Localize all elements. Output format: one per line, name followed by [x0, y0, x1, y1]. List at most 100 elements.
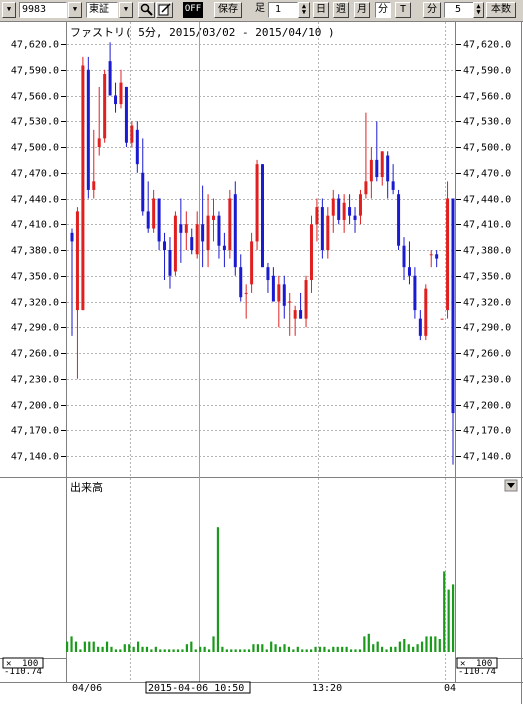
volume-bar	[429, 636, 433, 652]
bar-count-spinner[interactable]: ▲ ▼	[298, 2, 310, 18]
volume-dropdown-button[interactable]	[504, 479, 518, 492]
y-tick-label-left: 47,260.0	[11, 349, 59, 360]
candle	[212, 198, 216, 242]
candle-body	[315, 207, 319, 225]
candle-body	[179, 224, 183, 233]
volume-bar	[438, 639, 441, 652]
candle	[282, 275, 286, 319]
volume-bar	[83, 641, 86, 652]
candle-body	[163, 241, 167, 250]
candle-body	[353, 215, 357, 220]
y-tick-label-left: 47,620.0	[11, 40, 59, 51]
period-minute-button[interactable]: 分	[375, 2, 391, 18]
candle	[353, 207, 357, 233]
candle-body	[435, 254, 439, 259]
candle	[375, 121, 379, 182]
candle	[217, 211, 221, 259]
volume-bar	[221, 646, 224, 652]
volume-bar	[274, 644, 277, 652]
candle-body	[255, 164, 259, 242]
candle-body	[446, 198, 450, 311]
menu-dropdown-button[interactable]: ▼	[2, 2, 16, 18]
volume-bar	[194, 649, 197, 652]
minute-spinner[interactable]: ▲ ▼	[473, 2, 484, 18]
count-button[interactable]: 本数	[486, 2, 516, 18]
edit-button[interactable]	[156, 2, 173, 18]
candle-body	[348, 207, 352, 216]
candle-body	[168, 250, 172, 276]
candle-body	[337, 198, 341, 220]
market-dropdown-icon[interactable]: ▼	[119, 2, 133, 18]
candle-body	[413, 275, 417, 311]
edit-icon	[158, 3, 171, 16]
candle	[239, 254, 243, 302]
period-day-button[interactable]: 日	[313, 2, 329, 18]
candle	[418, 310, 422, 341]
candle-body	[81, 65, 85, 311]
candle	[157, 198, 161, 250]
y-tick-label-right: 47,320.0	[463, 298, 511, 309]
candle-body	[222, 245, 226, 250]
candle	[114, 82, 118, 113]
volume-bar	[336, 646, 339, 652]
period-tick-button[interactable]: T	[395, 2, 411, 18]
bar-count-input[interactable]: 1	[268, 2, 298, 18]
volume-bar	[150, 649, 153, 652]
candle	[261, 164, 264, 268]
candle-body	[369, 159, 373, 182]
candle	[141, 138, 145, 216]
volume-bar	[132, 646, 135, 652]
candle-body	[141, 172, 145, 212]
period-week-button[interactable]: 週	[333, 2, 349, 18]
candle-body	[124, 86, 128, 143]
period-month-button[interactable]: 月	[354, 2, 370, 18]
candle-body	[103, 74, 107, 139]
x-tick-cursor: 2015-04-06 10:50	[148, 683, 244, 694]
volume-bar	[412, 646, 415, 652]
candle-body	[342, 202, 346, 220]
volume-bar	[190, 641, 193, 652]
volume-bar	[168, 649, 171, 652]
candle-body	[299, 310, 303, 319]
price-chart[interactable]: 47,620.0 47,590.0 47,560.0 47,530.0 47,500.0…	[0, 22, 523, 704]
candle	[435, 250, 439, 268]
volume-bar	[234, 649, 237, 652]
volume-bar	[296, 646, 299, 652]
volume-bar	[216, 527, 220, 652]
minute-input[interactable]: 5	[444, 2, 474, 18]
market-select[interactable]: 東証	[86, 2, 118, 18]
volume-bar	[154, 646, 157, 652]
y-axis-left: 47,620.0 47,590.0 47,560.0 47,530.0 47,500.0…	[11, 40, 66, 463]
volume-bars	[66, 527, 455, 652]
volume-bar	[70, 636, 73, 652]
candle-body	[195, 224, 199, 255]
y-tick-label-left: 47,560.0	[11, 92, 59, 103]
volume-scale-value-left: -110.74	[4, 667, 42, 677]
chart-toolbar: ▼ 9983 ▼ 東証 ▼ OFF 保存 足 1 ▲ ▼ 日 週 月 分 T 分 …	[0, 0, 523, 22]
volume-bar	[97, 646, 100, 652]
y-tick-label-right: 47,590.0	[463, 66, 511, 77]
candle	[266, 262, 270, 293]
volume-bar	[163, 649, 166, 652]
volume-bar	[394, 646, 397, 652]
volume-bar	[389, 646, 393, 652]
candle-body	[130, 125, 134, 143]
volume-bar	[323, 646, 326, 652]
candle-body	[206, 215, 210, 250]
volume-bar	[141, 646, 144, 652]
candle-body	[108, 61, 112, 96]
volume-bar	[318, 646, 322, 652]
y-tick-label-right: 47,530.0	[463, 117, 511, 128]
volume-bar	[310, 649, 313, 652]
candle-body	[86, 69, 90, 190]
stock-code-field[interactable]: 9983	[19, 2, 67, 18]
stock-code-dropdown-icon[interactable]: ▼	[68, 2, 82, 18]
candle-body	[212, 215, 216, 220]
search-button[interactable]	[138, 2, 155, 18]
save-button[interactable]: 保存	[214, 2, 242, 18]
volume-bar	[212, 636, 215, 652]
y-tick-label-left: 47,200.0	[11, 401, 59, 412]
candle	[424, 284, 428, 341]
toggle-off-button[interactable]: OFF	[183, 2, 203, 18]
candle-body	[244, 292, 248, 294]
